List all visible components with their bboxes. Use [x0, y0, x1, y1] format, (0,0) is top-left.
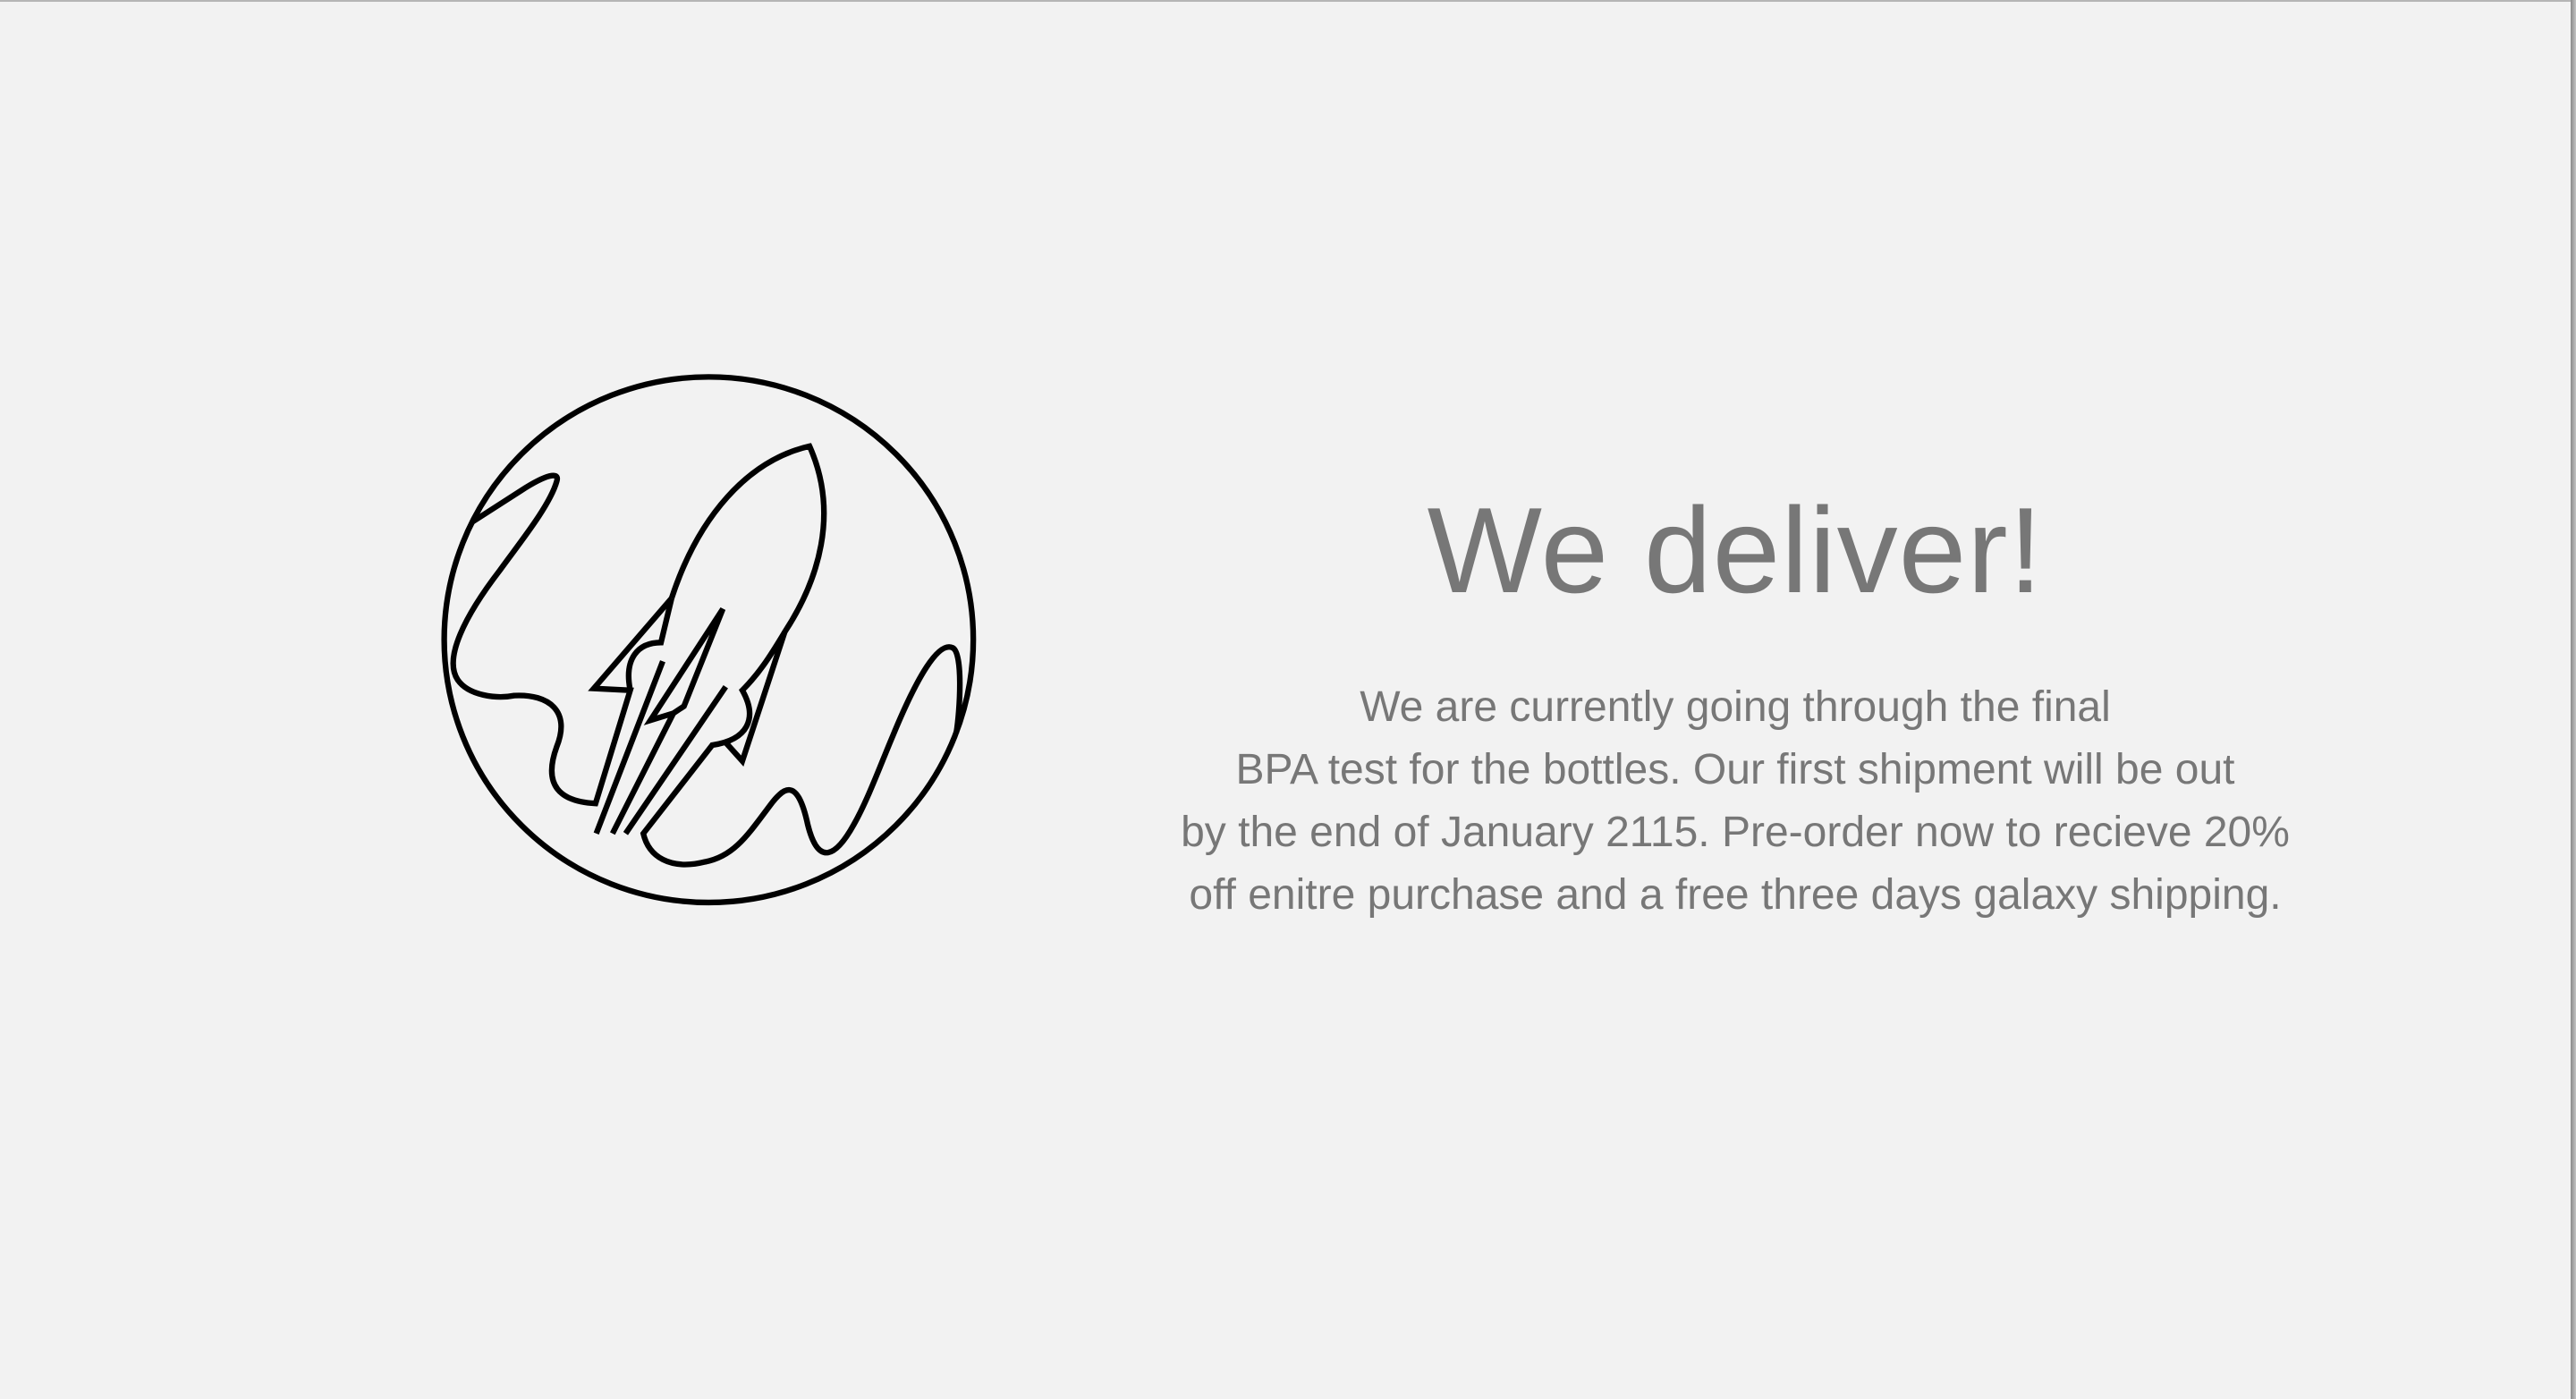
window-edge: [2571, 0, 2576, 1399]
top-border: [0, 0, 2571, 2]
delivery-section: We deliver! We are currently going throu…: [1109, 474, 2361, 927]
delivery-description: We are currently going through the final…: [1181, 683, 2290, 919]
page-title: We deliver!: [1427, 482, 2044, 618]
rocket-planet-icon: [441, 374, 977, 906]
